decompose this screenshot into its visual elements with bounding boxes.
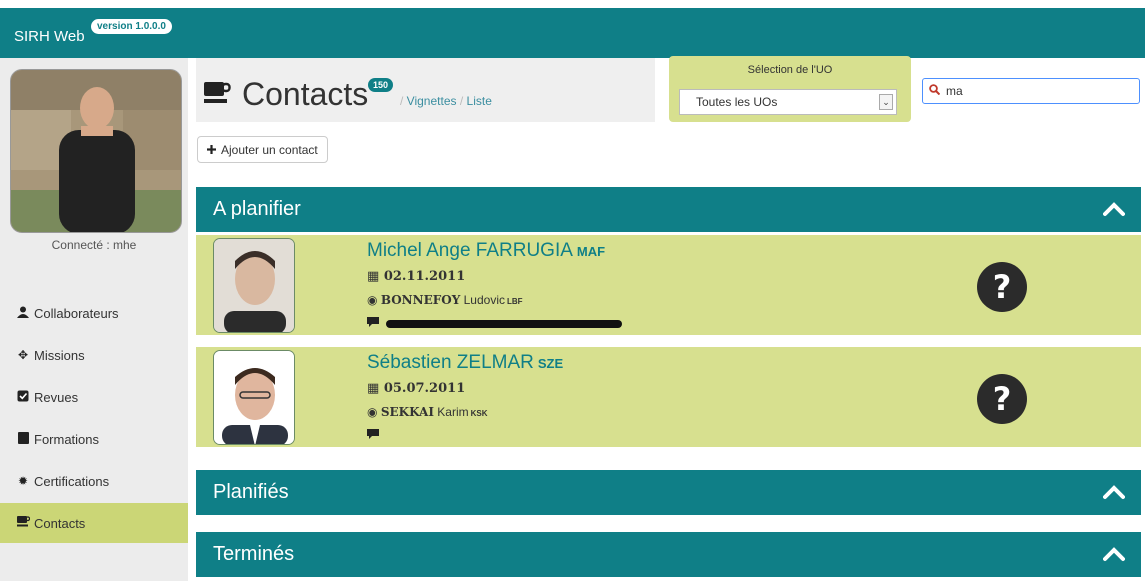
view-link-vignettes[interactable]: Vignettes [407,94,457,108]
comment-icon [367,317,382,330]
connected-user: Connecté : mhe [51,238,137,252]
user-avatar [10,69,182,233]
eye-icon: ◉ [367,405,378,419]
uo-select[interactable]: Toutes les UOs ⌄ [679,89,897,115]
uo-selection-panel: Sélection de l'UO Toutes les UOs ⌄ [669,56,911,122]
move-icon: ✥ [17,348,29,362]
coffee-icon [16,516,30,530]
contact-name[interactable]: Sébastien ZELMAR [367,352,534,373]
search-icon [929,84,941,98]
book-icon [16,431,30,447]
contact-responsible-line: ◉ SEKKAI Karim KSK [367,405,488,419]
nav-item-revues[interactable]: Revues [0,377,188,417]
user-icon [16,306,30,321]
search-value: ma [946,84,963,98]
section-title: Terminés [213,543,295,565]
contact-name[interactable]: Michel Ange FARRUGIA [367,240,573,261]
contact-name-line: Sébastien ZELMAR SZE [367,352,563,374]
chevron-down-icon[interactable]: ⌄ [879,94,893,110]
contact-date-line: ▦ 05.07.2011 [367,381,465,396]
responsible-last: BONNEFOY [380,293,461,307]
contact-code: SZE [537,356,564,371]
responsible-first: Ludovic [463,293,505,307]
contact-card[interactable]: Sébastien ZELMAR SZE ▦ 05.07.2011 ◉ SEKKA… [196,347,1141,447]
page-title: Contacts [242,76,369,112]
nav-item-formations[interactable]: Formations [0,419,188,459]
nav-label: Certifications [34,473,110,489]
redacted-comment [386,320,623,329]
section-a-planifier[interactable]: A planifier [196,187,1141,232]
question-icon[interactable]: ? [977,374,1027,424]
uo-label: Sélection de l'UO [747,64,833,76]
contact-photo [213,238,295,333]
search-input[interactable]: ma [922,78,1140,104]
comment-icon [367,429,379,442]
calendar-icon: ▦ [367,381,380,396]
chevron-up-icon[interactable] [1103,484,1125,500]
coffee-icon [204,82,232,103]
nav-item-missions[interactable]: ✥ Missions [0,335,188,375]
contact-date: 02.11.2011 [383,269,466,284]
top-navbar: SIRH Web version 1.0.0.0 [0,8,1145,58]
responsible-first: Karim [437,405,469,419]
nav-label: Revues [34,389,79,405]
chevron-up-icon[interactable] [1103,546,1125,562]
responsible-code: LBF [507,297,523,306]
contact-name-line: Michel Ange FARRUGIA MAF [367,240,605,262]
nav-item-collaborateurs[interactable]: Collaborateurs [0,293,188,333]
section-title: A planifier [213,198,301,220]
certificate-icon: ✹ [17,474,29,488]
view-switch: / Vignettes / Liste [400,94,492,108]
nav-label: Formations [34,431,100,447]
contact-date: 05.07.2011 [383,381,466,396]
add-contact-button[interactable]: Ajouter un contact [197,136,328,163]
app-title[interactable]: SIRH Web [14,28,85,45]
uo-selected-value: Toutes les UOs [696,95,778,109]
check-square-icon [16,390,30,405]
nav-label: Missions [34,347,85,363]
nav-item-contacts[interactable]: Contacts [0,503,188,543]
responsible-last: SEKKAI [380,405,434,419]
chevron-up-icon[interactable] [1103,201,1125,217]
section-title: Planifiés [213,481,289,503]
contact-card[interactable]: Michel Ange FARRUGIA MAF ▦ 02.11.2011 ◉ B… [196,235,1141,335]
contact-responsible-line: ◉ BONNEFOY Ludovic LBF [367,293,523,307]
contact-code: MAF [576,244,606,259]
sidebar: Connecté : mhe Collaborateurs ✥ Missions… [0,58,188,581]
eye-icon: ◉ [367,293,378,307]
contacts-count-badge: 150 [368,78,394,92]
contact-photo [213,350,295,445]
nav-label: Collaborateurs [34,305,119,321]
contact-comment-line [367,429,379,442]
question-icon[interactable]: ? [977,262,1027,312]
section-termines[interactable]: Terminés [196,532,1141,577]
avatar-photo [11,70,181,232]
section-planifies[interactable]: Planifiés [196,470,1141,515]
version-badge: version 1.0.0.0 [91,19,172,34]
responsible-code: KSK [470,409,488,418]
nav-label: Contacts [34,515,86,531]
view-link-liste[interactable]: Liste [467,94,492,108]
page-header: Contacts 150 / Vignettes / Liste [196,58,655,122]
plus-icon [207,143,216,157]
contact-date-line: ▦ 02.11.2011 [367,269,465,284]
contact-comment-line [367,317,623,330]
add-contact-label: Ajouter un contact [221,142,318,157]
calendar-icon: ▦ [367,269,380,284]
nav-item-certifications[interactable]: ✹ Certifications [0,461,188,501]
